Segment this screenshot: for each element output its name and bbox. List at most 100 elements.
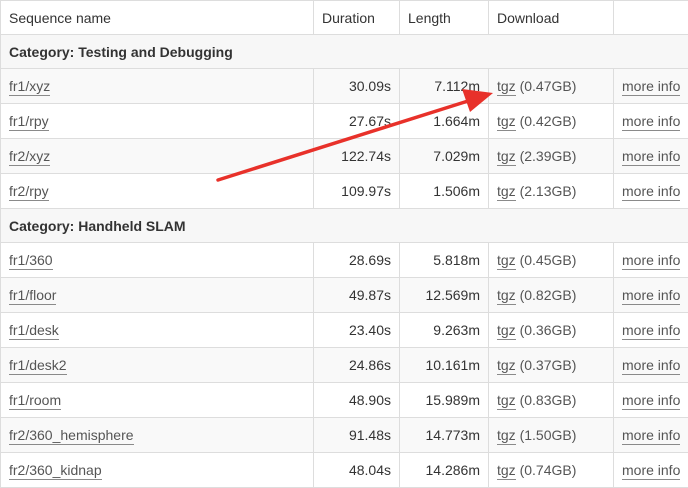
file-size: (0.36GB)	[520, 322, 577, 338]
sequence-name-cell: fr1/desk2	[1, 348, 314, 383]
download-cell: tgz (2.39GB)	[489, 139, 614, 174]
more-info-cell: more info	[614, 348, 688, 383]
table-row: fr1/desk224.86s10.161mtgz (0.37GB)more i…	[1, 348, 688, 383]
more-info-link[interactable]: more info	[622, 287, 680, 305]
sequence-name-link[interactable]: fr1/room	[9, 392, 61, 410]
table-row: fr2/xyz122.74s7.029mtgz (2.39GB)more inf…	[1, 139, 688, 174]
more-info-link[interactable]: more info	[622, 462, 680, 480]
download-cell: tgz (0.37GB)	[489, 348, 614, 383]
sequence-name-link[interactable]: fr2/360_kidnap	[9, 462, 102, 480]
download-cell: tgz (0.36GB)	[489, 313, 614, 348]
length-cell: 7.112m	[400, 69, 489, 104]
more-info-cell: more info	[614, 453, 688, 488]
sequence-name-cell: fr2/rpy	[1, 174, 314, 209]
header-download: Download	[489, 1, 614, 35]
tgz-download-link[interactable]: tgz	[497, 462, 516, 480]
more-info-link[interactable]: more info	[622, 148, 680, 166]
tgz-download-link[interactable]: tgz	[497, 392, 516, 410]
more-info-link[interactable]: more info	[622, 392, 680, 410]
file-size: (0.42GB)	[520, 113, 577, 129]
more-info-cell: more info	[614, 418, 688, 453]
sequence-name-cell: fr2/xyz	[1, 139, 314, 174]
sequence-name-link[interactable]: fr2/360_hemisphere	[9, 427, 134, 445]
length-cell: 7.029m	[400, 139, 489, 174]
sequence-name-cell: fr2/360_hemisphere	[1, 418, 314, 453]
header-extra	[614, 1, 688, 35]
sequence-name-cell: fr1/desk	[1, 313, 314, 348]
length-cell: 15.989m	[400, 383, 489, 418]
more-info-cell: more info	[614, 278, 688, 313]
more-info-link[interactable]: more info	[622, 183, 680, 201]
sequence-name-link[interactable]: fr2/xyz	[9, 148, 50, 166]
tgz-download-link[interactable]: tgz	[497, 148, 516, 166]
duration-cell: 30.09s	[314, 69, 400, 104]
sequence-name-cell: fr1/360	[1, 243, 314, 278]
sequence-name-cell: fr2/360_kidnap	[1, 453, 314, 488]
tgz-download-link[interactable]: tgz	[497, 183, 516, 201]
duration-cell: 24.86s	[314, 348, 400, 383]
more-info-link[interactable]: more info	[622, 78, 680, 96]
category-title: Category: Handheld SLAM	[1, 209, 688, 243]
sequence-table: Sequence name Duration Length Download C…	[0, 0, 688, 488]
tgz-download-link[interactable]: tgz	[497, 357, 516, 375]
file-size: (2.39GB)	[520, 148, 577, 164]
table-header-row: Sequence name Duration Length Download	[1, 1, 688, 35]
duration-cell: 23.40s	[314, 313, 400, 348]
file-size: (0.83GB)	[520, 392, 577, 408]
table-row: fr1/floor 49.87s12.569mtgz (0.82GB) more i…	[1, 278, 688, 313]
download-cell: tgz (2.13GB)	[489, 174, 614, 209]
download-cell: tgz (1.50GB)	[489, 418, 614, 453]
sequence-name-link[interactable]: fr1/floor	[9, 287, 56, 305]
download-cell: tgz (0.82GB)	[489, 278, 614, 313]
sequence-name-link[interactable]: fr1/rpy	[9, 113, 49, 131]
more-info-cell: more info	[614, 69, 688, 104]
more-info-cell: more info	[614, 383, 688, 418]
length-cell: 12.569m	[400, 278, 489, 313]
tgz-download-link[interactable]: tgz	[497, 78, 516, 96]
more-info-cell: more info	[614, 139, 688, 174]
file-size: (0.37GB)	[520, 357, 577, 373]
header-sequence-name: Sequence name	[1, 1, 314, 35]
duration-cell: 49.87s	[314, 278, 400, 313]
sequence-name-link[interactable]: fr1/360	[9, 252, 53, 270]
length-cell: 14.286m	[400, 453, 489, 488]
table-row: fr1/rpy27.67s1.664mtgz (0.42GB)more info	[1, 104, 688, 139]
more-info-link[interactable]: more info	[622, 427, 680, 445]
table-row: fr2/360_kidnap48.04s14.286mtgz (0.74GB)m…	[1, 453, 688, 488]
duration-cell: 109.97s	[314, 174, 400, 209]
more-info-link[interactable]: more info	[622, 357, 680, 375]
duration-cell: 91.48s	[314, 418, 400, 453]
download-cell: tgz (0.74GB)	[489, 453, 614, 488]
sequence-name-cell: fr1/floor	[1, 278, 314, 313]
more-info-link[interactable]: more info	[622, 113, 680, 131]
download-cell: tgz (0.45GB)	[489, 243, 614, 278]
duration-cell: 27.67s	[314, 104, 400, 139]
duration-cell: 122.74s	[314, 139, 400, 174]
more-info-cell: more info	[614, 313, 688, 348]
category-title: Category: Testing and Debugging	[1, 35, 688, 69]
length-cell: 14.773m	[400, 418, 489, 453]
length-cell: 1.664m	[400, 104, 489, 139]
file-size: (0.45GB)	[520, 252, 577, 268]
tgz-download-link[interactable]: tgz	[497, 252, 516, 270]
download-cell: tgz (0.42GB)	[489, 104, 614, 139]
category-row: Category: Handheld SLAM	[1, 209, 688, 243]
table-row: fr2/rpy 109.97s1.506mtgz (2.13GB) more inf…	[1, 174, 688, 209]
sequence-name-link[interactable]: fr2/rpy	[9, 183, 49, 201]
tgz-download-link[interactable]: tgz	[497, 427, 516, 445]
length-cell: 1.506m	[400, 174, 489, 209]
sequence-name-cell: fr1/rpy	[1, 104, 314, 139]
more-info-cell: more info	[614, 243, 688, 278]
more-info-link[interactable]: more info	[622, 322, 680, 340]
sequence-name-link[interactable]: fr1/desk2	[9, 357, 67, 375]
tgz-download-link[interactable]: tgz	[497, 113, 516, 131]
more-info-link[interactable]: more info	[622, 252, 680, 270]
sequence-name-link[interactable]: fr1/xyz	[9, 78, 50, 96]
table-row: fr1/desk23.40s9.263mtgz (0.36GB)more inf…	[1, 313, 688, 348]
header-length: Length	[400, 1, 489, 35]
download-cell: tgz (0.47GB)	[489, 69, 614, 104]
tgz-download-link[interactable]: tgz	[497, 322, 516, 340]
sequence-name-link[interactable]: fr1/desk	[9, 322, 59, 340]
tgz-download-link[interactable]: tgz	[497, 287, 516, 305]
header-duration: Duration	[314, 1, 400, 35]
